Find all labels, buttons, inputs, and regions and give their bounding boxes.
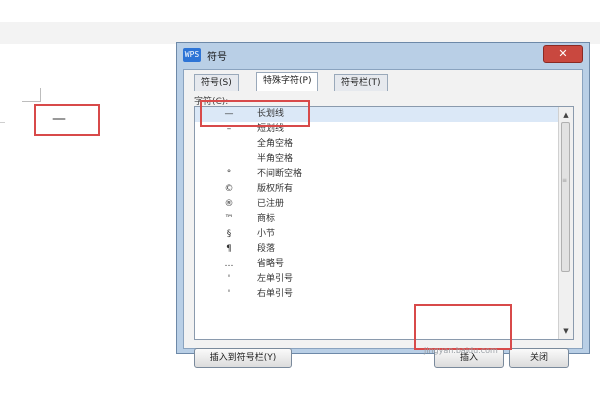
- scroll-thumb[interactable]: [561, 122, 570, 272]
- symbol-name: 商标: [257, 214, 276, 224]
- symbol-name: 已注册: [257, 199, 285, 209]
- scroll-down-arrow-icon[interactable]: ▼: [559, 325, 573, 337]
- dialog-title: 符号: [207, 52, 227, 63]
- symbol-glyph: ™: [224, 214, 234, 224]
- close-button[interactable]: 关闭: [509, 348, 569, 368]
- symbol-glyph: ¶: [226, 244, 232, 254]
- list-item[interactable]: ™ 商标: [195, 212, 573, 227]
- ruler-tick: [0, 122, 5, 123]
- symbol-dialog: WPS 符号 ✕ 符号(S) 特殊字符(P) 符号栏(T) 字符(C): — 长划…: [176, 42, 590, 368]
- list-item[interactable]: … 省略号: [195, 257, 573, 272]
- list-item[interactable]: 半角空格: [195, 152, 573, 167]
- insert-to-symbol-bar-button[interactable]: 插入到符号栏(Y): [194, 348, 292, 368]
- symbol-name: 全角空格: [257, 139, 294, 149]
- list-item[interactable]: ° 不间断空格: [195, 167, 573, 182]
- symbol-glyph: ©: [224, 184, 234, 194]
- list-item[interactable]: © 版权所有: [195, 182, 573, 197]
- highlight-box-insert-button: [414, 304, 512, 350]
- highlight-box-em-dash-row: [200, 100, 310, 127]
- scroll-up-arrow-icon[interactable]: ▲: [559, 109, 573, 121]
- margin-guide-horizontal: [22, 101, 40, 102]
- list-item[interactable]: 全角空格: [195, 137, 573, 152]
- tab-special-characters[interactable]: 特殊字符(P): [256, 72, 319, 91]
- list-item[interactable]: ¶ 段落: [195, 242, 573, 257]
- scroll-grip-icon: ≡: [562, 177, 568, 184]
- list-item[interactable]: ® 已注册: [195, 197, 573, 212]
- list-item[interactable]: ' 右单引号: [195, 287, 573, 302]
- wps-app-icon: WPS: [183, 48, 201, 62]
- symbol-glyph: ': [227, 289, 231, 299]
- highlight-box-inserted-symbol: [34, 104, 100, 136]
- symbol-glyph: …: [224, 259, 234, 269]
- symbol-name: 左单引号: [257, 274, 294, 284]
- symbol-glyph: ': [227, 274, 231, 284]
- watermark-text: jingyan.baidu.com: [424, 346, 498, 355]
- symbol-glyph: ®: [224, 199, 234, 209]
- symbol-name: 段落: [257, 244, 276, 254]
- tab-symbol-bar[interactable]: 符号栏(T): [334, 74, 388, 91]
- list-item[interactable]: ' 左单引号: [195, 272, 573, 287]
- symbol-name: 不间断空格: [257, 169, 303, 179]
- symbol-glyph: §: [226, 229, 232, 239]
- symbol-name: 省略号: [257, 259, 285, 269]
- symbol-name: 小节: [257, 229, 276, 239]
- symbol-name: 半角空格: [257, 154, 294, 164]
- symbol-name: 版权所有: [257, 184, 294, 194]
- tab-symbols[interactable]: 符号(S): [194, 74, 239, 91]
- symbol-glyph: °: [226, 169, 232, 179]
- dialog-titlebar[interactable]: WPS 符号 ✕: [177, 43, 589, 67]
- margin-guide-vertical: [40, 88, 41, 102]
- special-character-list[interactable]: — 长划线 – 短划线 全角空格 半角空格 ° 不间断空格 © 版权所有 ® 已注册 ™ 商…: [194, 106, 574, 340]
- symbol-name: 右单引号: [257, 289, 294, 299]
- close-icon[interactable]: ✕: [543, 45, 583, 63]
- list-item[interactable]: § 小节: [195, 227, 573, 242]
- list-scrollbar[interactable]: ▲ ≡ ▼: [558, 107, 573, 339]
- document-toolbar-strip: [0, 22, 600, 44]
